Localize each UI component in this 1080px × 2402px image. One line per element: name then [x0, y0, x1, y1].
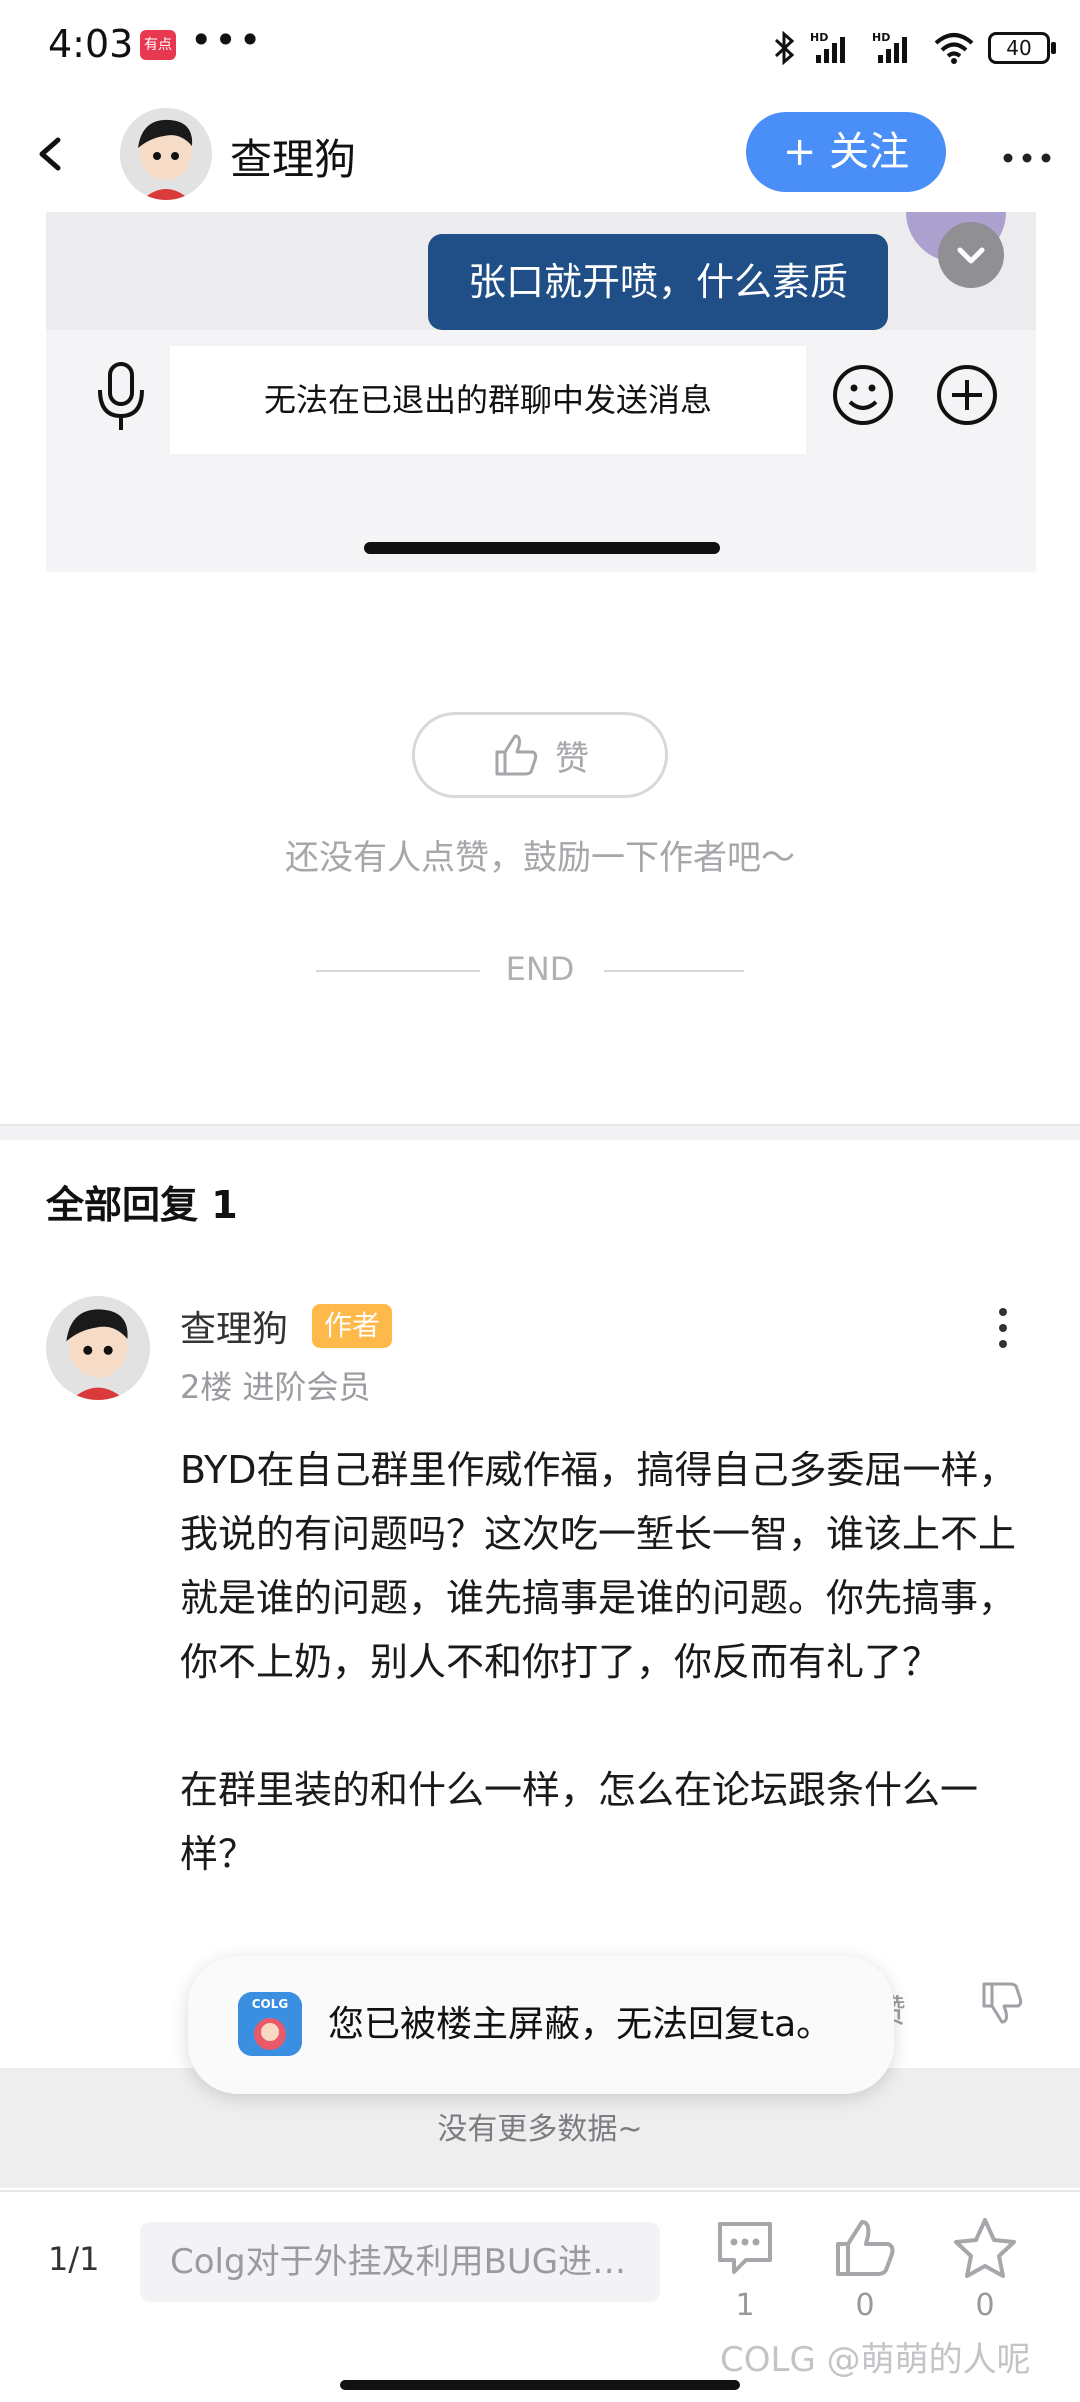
comment-count: 1: [735, 2288, 755, 2323]
status-icons: HD HD 40: [774, 26, 1056, 70]
colg-logo: COLG: [238, 1992, 302, 2056]
toast-text: 您已被楼主屏蔽，无法回复ta。: [328, 2004, 833, 2045]
more-dots-icon: [1003, 153, 1051, 163]
section-separator: [0, 1124, 1080, 1140]
page-title: 查理狗: [230, 135, 357, 184]
thumbs-up-icon: [495, 734, 538, 776]
bottom-bar: 1/1 Colg对于外挂及利用BUG进… 1 0 0 COLG @萌萌的人呢: [0, 2190, 1080, 2402]
avatar-image: [46, 1296, 150, 1400]
wifi-icon: [934, 33, 974, 64]
more-button[interactable]: [1002, 132, 1052, 178]
like-button[interactable]: 赞: [412, 712, 668, 798]
watermark: COLG @萌萌的人呢: [720, 2340, 1031, 2380]
reply-body: BYD在自己群里作威作福，搞得自己多委屈一样，我说的有问题吗？这次吃一堑长一智，…: [180, 1448, 1017, 1876]
like-post-button[interactable]: 0: [830, 2214, 900, 2323]
star-icon: [954, 2218, 1016, 2278]
like-label: 赞: [555, 738, 589, 779]
like-hint: 还没有人点赞，鼓励一下作者吧～: [285, 838, 795, 878]
comment-icon: [718, 2222, 772, 2274]
embedded-input-bar: 无法在已退出的群聊中发送消息: [46, 330, 1036, 460]
reply-more-button[interactable]: [988, 1300, 1018, 1360]
reply-meta: 2楼 进阶会员: [180, 1368, 371, 1406]
add-circle-icon: [937, 365, 997, 425]
chat-bubble: 张口就开喷，什么素质: [428, 234, 888, 330]
divider: [604, 970, 744, 972]
toast-notification: COLG 您已被楼主屏蔽，无法回复ta。: [188, 1956, 894, 2094]
more-vertical-icon: [999, 1308, 1007, 1348]
embedded-chat-area: 张口就开喷，什么素质: [46, 212, 1036, 330]
scroll-down-button: [938, 222, 1004, 288]
thumbs-down-icon[interactable]: [978, 1980, 1024, 2026]
back-button[interactable]: [30, 124, 74, 184]
end-marker: END: [505, 950, 575, 988]
reply-input[interactable]: Colg对于外挂及利用BUG进…: [140, 2222, 660, 2302]
status-time: 4:03: [48, 22, 134, 66]
status-bar: 4:03 有点 ••• HD HD 40: [0, 0, 1080, 96]
colg-app-icon: COLG: [238, 1992, 302, 2056]
bluetooth-icon: [774, 31, 795, 65]
home-indicator: [340, 2380, 740, 2390]
embedded-screenshot[interactable]: 张口就开喷，什么素质 无法在已退出的群聊中发送消息: [46, 212, 1036, 572]
battery-icon: 40: [988, 32, 1056, 64]
avatar-image: [120, 108, 212, 200]
reply-author-name[interactable]: 查理狗: [180, 1300, 288, 1352]
mic-icon: [98, 362, 144, 430]
avatar[interactable]: [120, 108, 212, 200]
svg-text:HD: HD: [810, 31, 828, 44]
signal-icon-2: HD: [872, 31, 907, 63]
embedded-home-indicator: [364, 542, 720, 554]
top-nav: 查理狗 + 关注: [0, 96, 1080, 212]
author-badge: 作者: [312, 1304, 392, 1348]
page-indicator[interactable]: 1/1: [48, 2240, 100, 2278]
svg-text:HD: HD: [872, 31, 890, 44]
divider: [316, 970, 480, 972]
signal-icon: HD: [810, 31, 845, 63]
follow-button[interactable]: + 关注: [746, 112, 946, 192]
back-arrow-icon: [39, 137, 61, 171]
comment-button[interactable]: 1: [710, 2214, 780, 2323]
like-count: 0: [855, 2288, 875, 2323]
status-dots: •••: [190, 18, 264, 62]
replies-title: 全部回复 1: [46, 1183, 238, 1227]
chevron-down-icon: [957, 247, 985, 264]
embedded-input-field: 无法在已退出的群聊中发送消息: [170, 346, 806, 454]
favorite-button[interactable]: 0: [950, 2214, 1020, 2323]
favorite-count: 0: [975, 2288, 995, 2323]
reply-avatar[interactable]: [46, 1296, 150, 1400]
app-badge-icon: 有点: [140, 30, 176, 60]
thumbs-up-icon: [836, 2220, 895, 2276]
svg-text:COLG: COLG: [252, 1997, 289, 2011]
emoji-icon: [833, 365, 893, 425]
